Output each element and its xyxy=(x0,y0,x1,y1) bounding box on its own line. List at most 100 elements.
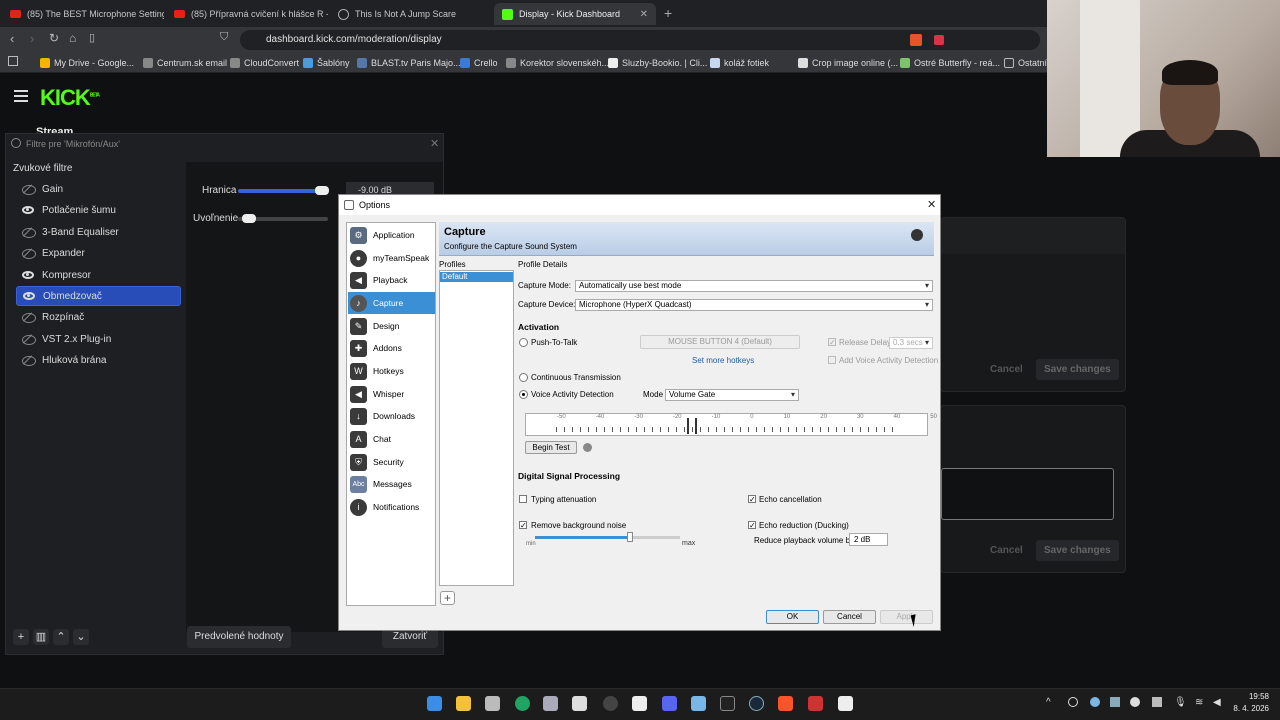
visibility-off-icon[interactable] xyxy=(22,228,36,238)
bookmark-item[interactable]: My Drive - Google... xyxy=(40,56,134,70)
nav-item-notifications[interactable]: i Notifications xyxy=(348,496,435,518)
windows-start-icon[interactable] xyxy=(427,696,442,711)
filter-item[interactable]: Rozpínač xyxy=(16,307,181,327)
bookmark-item[interactable]: Crop image online (... xyxy=(798,56,898,70)
bookmark-item[interactable]: Crello xyxy=(460,56,498,70)
file-explorer-icon[interactable] xyxy=(456,696,471,711)
nav-item-security[interactable]: ⛨ Security xyxy=(348,451,435,473)
capture-mode-select[interactable]: Automatically use best mode xyxy=(575,280,933,292)
apply-button[interactable]: Apply xyxy=(880,610,933,624)
discord-icon[interactable] xyxy=(662,696,677,711)
teamspeak-icon[interactable] xyxy=(691,696,706,711)
save-changes-button[interactable]: Save changes xyxy=(1036,359,1119,380)
profile-default[interactable]: Default xyxy=(440,272,513,282)
typing-attenuation-checkbox[interactable] xyxy=(519,495,527,503)
bookmark-item[interactable]: BLAST.tv Paris Majo... xyxy=(357,56,461,70)
forward-icon[interactable]: › xyxy=(30,31,34,46)
filter-item[interactable]: Hluková brána xyxy=(16,350,181,370)
nav-item-capture[interactable]: ♪ Capture xyxy=(348,292,435,314)
close-icon[interactable]: ✕ xyxy=(927,198,936,211)
steam-icon[interactable] xyxy=(749,696,764,711)
noise-slider-handle[interactable] xyxy=(627,532,633,542)
add-profile-button[interactable]: + xyxy=(440,591,455,605)
nav-item-application[interactable]: ⚙ Application xyxy=(348,224,435,246)
tray-icon[interactable] xyxy=(1152,697,1162,707)
apps-icon[interactable] xyxy=(8,56,18,66)
visibility-off-icon[interactable] xyxy=(22,249,36,259)
echo-cancellation-checkbox[interactable]: ✓ xyxy=(748,495,756,504)
visibility-off-icon[interactable] xyxy=(22,335,36,345)
home-icon[interactable]: ⌂ xyxy=(69,31,76,45)
app-icon[interactable] xyxy=(572,696,587,711)
tray-icon[interactable] xyxy=(1068,697,1078,707)
bookmark-item[interactable]: Korektor slovenskéh... xyxy=(506,56,609,70)
filter-item-selected[interactable]: Obmedzovač xyxy=(16,286,181,306)
reduce-playback-spinbox[interactable]: 2 dB xyxy=(849,533,888,546)
browser-tab[interactable]: This Is Not A Jump Scare xyxy=(330,3,492,25)
calculator-icon[interactable] xyxy=(485,696,500,711)
chrome-icon[interactable] xyxy=(515,696,530,711)
eye-icon[interactable] xyxy=(22,271,34,279)
filter-item[interactable]: Potlačenie šumu xyxy=(16,200,181,220)
move-down-button[interactable]: ⌄ xyxy=(73,629,89,645)
new-tab-button[interactable]: + xyxy=(664,5,672,21)
document-icon[interactable] xyxy=(632,696,647,711)
release-delay-field[interactable]: 0.3 secs xyxy=(889,337,933,349)
store-icon[interactable] xyxy=(543,696,558,711)
bookmark-item[interactable]: Sluzby-Bookio. | Cli... xyxy=(608,56,707,70)
visibility-off-icon[interactable] xyxy=(22,356,36,366)
move-up-button[interactable]: ⌃ xyxy=(53,629,69,645)
release-delay-checkbox[interactable]: ✓ xyxy=(828,338,836,347)
obs-icon[interactable] xyxy=(603,696,618,711)
nav-item-messages[interactable]: Abc Messages xyxy=(348,473,435,495)
add-vad-checkbox[interactable] xyxy=(828,356,836,364)
bookmark-item[interactable]: Centrum.sk email xyxy=(143,56,227,70)
set-hotkeys-link[interactable]: Set more hotkeys xyxy=(692,356,754,365)
wifi-icon[interactable]: ≋ xyxy=(1195,697,1203,708)
volume-icon[interactable]: ◀ xyxy=(1213,697,1221,708)
threshold-marker[interactable] xyxy=(687,418,697,434)
remove-filter-button[interactable]: ▥ xyxy=(33,629,49,645)
epic-games-icon[interactable] xyxy=(720,696,735,711)
cancel-button[interactable]: Cancel xyxy=(990,364,1023,375)
filter-item[interactable]: VST 2.x Plug-in xyxy=(16,329,181,349)
add-filter-button[interactable]: + xyxy=(13,629,29,645)
nav-item-playback[interactable]: ◀ Playback xyxy=(348,269,435,291)
nav-item-addons[interactable]: ✚ Addons xyxy=(348,337,435,359)
filter-item[interactable]: Gain xyxy=(16,179,181,199)
nav-item-chat[interactable]: A Chat xyxy=(348,428,435,450)
bookmark-item[interactable]: Šablóny xyxy=(303,56,350,70)
save-changes-button[interactable]: Save changes xyxy=(1036,540,1119,561)
push-to-talk-radio[interactable] xyxy=(519,338,528,347)
clock-time[interactable]: 19:58 xyxy=(1229,692,1269,701)
eye-icon[interactable] xyxy=(23,292,35,300)
brave-shield-icon[interactable] xyxy=(910,34,922,46)
close-icon[interactable]: ✕ xyxy=(640,9,648,20)
reload-icon[interactable]: ↻ xyxy=(49,31,59,45)
tray-icon[interactable] xyxy=(1110,697,1120,707)
capture-device-select[interactable]: Microphone (HyperX Quadcast) xyxy=(575,299,933,311)
defaults-button[interactable]: Predvolené hodnoty xyxy=(187,626,291,648)
bookmark-icon[interactable]: ⛉ xyxy=(220,31,228,44)
visibility-off-icon[interactable] xyxy=(22,313,36,323)
sidebar-icon[interactable]: ▯ xyxy=(89,31,95,44)
filter-item[interactable]: Kompresor xyxy=(16,265,181,285)
filter-item[interactable]: 3-Band Equaliser xyxy=(16,222,181,242)
threshold-slider-handle[interactable] xyxy=(315,186,329,195)
nav-item-whisper[interactable]: ◀ Whisper xyxy=(348,383,435,405)
ok-button[interactable]: OK xyxy=(766,610,819,624)
cancel-button[interactable]: Cancel xyxy=(990,545,1023,556)
tray-icon[interactable] xyxy=(1130,697,1140,707)
tray-icon[interactable] xyxy=(1090,697,1100,707)
browser-tab-active[interactable]: Display - Kick Dashboard ✕ xyxy=(494,3,656,25)
menu-icon[interactable] xyxy=(14,90,28,102)
cancel-button[interactable]: Cancel xyxy=(823,610,876,624)
nav-item-design[interactable]: ✎ Design xyxy=(348,315,435,337)
bookmark-item[interactable]: koláž fotiek xyxy=(710,56,769,70)
back-icon[interactable]: ‹ xyxy=(10,31,14,46)
brave-rewards-icon[interactable] xyxy=(934,35,944,45)
browser-tab[interactable]: (85) The BEST Microphone Setting fo xyxy=(2,3,164,25)
voice-activity-radio[interactable] xyxy=(519,390,528,399)
close-icon[interactable]: ✕ xyxy=(430,137,439,150)
brave-icon[interactable] xyxy=(778,696,793,711)
